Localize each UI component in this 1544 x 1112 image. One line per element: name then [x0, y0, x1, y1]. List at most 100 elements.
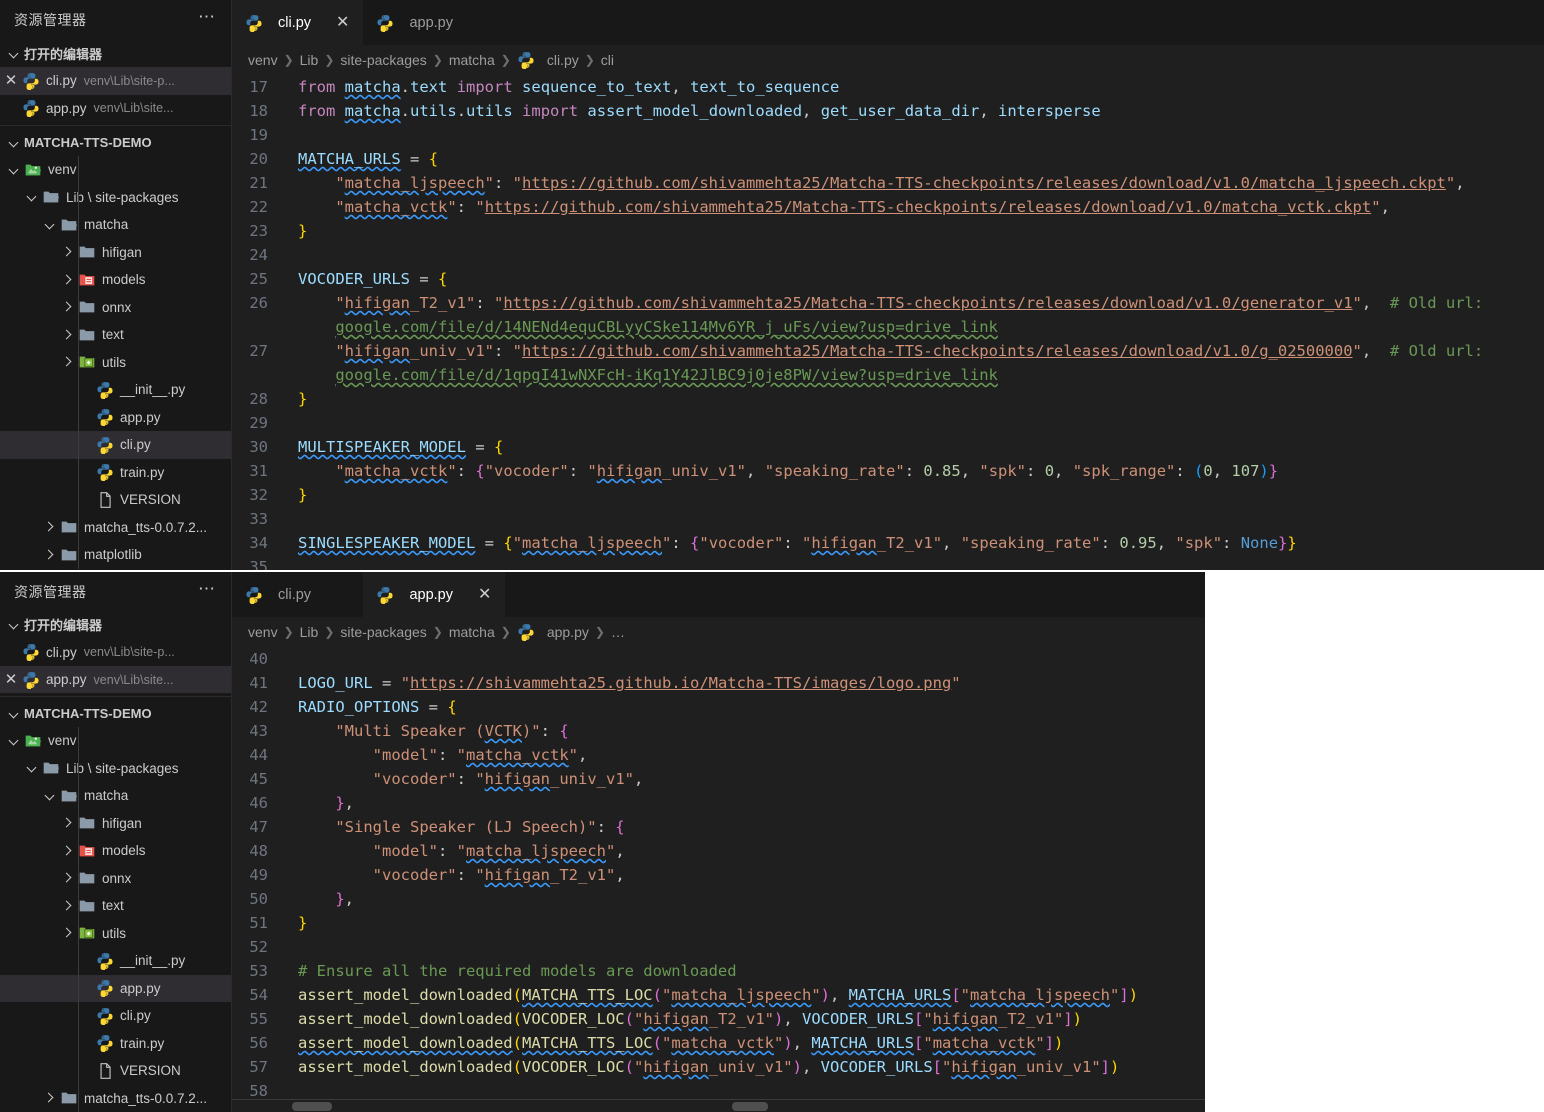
chevron-right-icon[interactable] [60, 327, 76, 343]
breadcrumb-item[interactable]: cli.py [547, 52, 579, 68]
tree-item-train-py[interactable]: train.py [0, 1030, 231, 1058]
chevron-right-icon[interactable] [42, 547, 58, 563]
code-text: "matcha_ljspeech": "https://github.com/s… [335, 174, 1465, 192]
breadcrumb-item[interactable]: venv [248, 52, 278, 68]
code-editor-cli-py[interactable]: 17 from matcha.text import sequence_to_t… [232, 75, 1544, 570]
breadcrumb-item[interactable]: … [611, 624, 625, 640]
line-number: 30 [249, 438, 268, 456]
tree-item-onnx[interactable]: onnx [0, 294, 231, 322]
project-section-header-top[interactable]: MATCHA-TTS-DEMO [0, 129, 231, 156]
explorer-header-top: 资源管理器 ⋯ [0, 0, 231, 40]
tree-item-matcha[interactable]: matcha [0, 782, 231, 810]
chevron-right-icon[interactable] [60, 898, 76, 914]
tree-item---init---py[interactable]: __init__.py [0, 947, 231, 975]
tree-item-models[interactable]: models [0, 266, 231, 294]
close-icon[interactable]: ✕ [336, 14, 349, 31]
breadcrumb-item[interactable]: venv [248, 624, 278, 640]
breadcrumb-item[interactable]: matcha [449, 52, 495, 68]
tree-item-cli-py[interactable]: cli.py [0, 1002, 231, 1030]
ellipsis-icon[interactable]: ⋯ [198, 580, 217, 600]
open-editors-list-bottom: cli.py venv\Lib\site-p... ✕ app.py venv\… [0, 638, 231, 694]
chevron-right-icon[interactable] [42, 519, 58, 535]
code-editor-app-py[interactable]: 40 41 LOGO_URL = "https://shivammehta25.… [232, 647, 1205, 1112]
breadcrumb-item[interactable]: Lib [300, 624, 319, 640]
chevron-right-icon[interactable] [60, 272, 76, 288]
close-icon[interactable]: ✕ [0, 73, 22, 88]
tree-item-matcha-tts-0-0-7-2---[interactable]: matcha_tts-0.0.7.2... [0, 1085, 231, 1112]
chevron-right-icon[interactable] [60, 244, 76, 260]
tree-item-version[interactable]: VERSION [0, 486, 231, 514]
tree-item-hifigan[interactable]: hifigan [0, 239, 231, 267]
horizontal-scrollbar[interactable] [232, 1100, 1205, 1112]
breadcrumb-item[interactable]: Lib [300, 52, 319, 68]
python-icon [96, 436, 114, 454]
open-editors-section-header-top[interactable]: 打开的编辑器 [0, 40, 231, 67]
breadcrumb-bottom: venv ❯ Lib ❯ site-packages ❯ matcha ❯ app.py ❯… [232, 617, 1205, 647]
ellipsis-icon[interactable]: ⋯ [198, 8, 217, 28]
tab-app-py[interactable]: app.py ✕ [363, 0, 506, 45]
tree-item-onnx[interactable]: onnx [0, 865, 231, 893]
chevron-right-icon[interactable] [60, 815, 76, 831]
open-editors-section-header-bottom[interactable]: 打开的编辑器 [0, 612, 231, 639]
tree-item-lib---site-packages[interactable]: Lib \ site-packages [0, 184, 231, 212]
explorer-sidebar-bottom: 资源管理器 ⋯ 打开的编辑器 cli.py venv\Lib\site-p...… [0, 572, 232, 1112]
tree-item-models[interactable]: models [0, 837, 231, 865]
tree-item-app-py[interactable]: app.py [0, 404, 231, 432]
chevron-down-icon[interactable] [24, 760, 40, 776]
tree-item-utils[interactable]: utils [0, 349, 231, 377]
tree-item-app-py[interactable]: app.py [0, 974, 231, 1002]
code-line: 48 "model": "matcha_ljspeech", [232, 839, 1205, 863]
breadcrumb-item[interactable]: matcha [449, 624, 495, 640]
editor-window-top: 资源管理器 ⋯ 打开的编辑器 ✕ cli.py venv\Lib\site-p.… [0, 0, 1544, 570]
chevron-down-icon[interactable] [42, 217, 58, 233]
breadcrumb-separator: ❯ [500, 625, 511, 639]
chevron-right-icon[interactable] [42, 1090, 58, 1106]
breadcrumb-item[interactable]: site-packages [340, 52, 426, 68]
line-number: 49 [249, 866, 268, 884]
tree-item-version[interactable]: VERSION [0, 1057, 231, 1085]
tree-item-train-py[interactable]: train.py [0, 459, 231, 487]
tree-item-cli-py[interactable]: cli.py [0, 431, 231, 459]
open-editor-item-app-py[interactable]: ✕ app.py venv\Lib\site... [0, 665, 231, 694]
code-text: assert_model_downloaded(MATCHA_TTS_LOC("… [298, 986, 1139, 1004]
tab-app-py[interactable]: app.py ✕ [363, 572, 506, 617]
breadcrumb-item[interactable]: site-packages [340, 624, 426, 640]
chevron-down-icon[interactable] [42, 788, 58, 804]
breadcrumb-item[interactable]: app.py [547, 624, 589, 640]
tree-item-lib---site-packages[interactable]: Lib \ site-packages [0, 755, 231, 783]
chevron-down-icon[interactable] [24, 189, 40, 205]
project-section-header-bottom[interactable]: MATCHA-TTS-DEMO [0, 700, 231, 727]
tree-item-text[interactable]: text [0, 892, 231, 920]
chevron-right-icon[interactable] [60, 299, 76, 315]
folder-open-icon [60, 216, 78, 234]
breadcrumb-item[interactable]: cli [601, 52, 614, 68]
close-icon[interactable]: ✕ [0, 672, 22, 687]
folder-icon [78, 353, 96, 371]
folder-icon [78, 326, 96, 344]
tree-item-matcha-tts-0-0-7-2---[interactable]: matcha_tts-0.0.7.2... [0, 514, 231, 542]
tree-item-matplotlib[interactable]: matplotlib [0, 541, 231, 569]
chevron-right-icon[interactable] [60, 925, 76, 941]
open-editor-name: cli.py [46, 73, 77, 89]
tree-item-venv[interactable]: venv [0, 727, 231, 755]
close-icon[interactable]: ✕ [478, 586, 491, 603]
tree-item-matcha[interactable]: matcha [0, 211, 231, 239]
tab-cli-py[interactable]: cli.py ✕ [232, 572, 364, 617]
open-editor-item-app-py[interactable]: app.py venv\Lib\site... [0, 95, 231, 123]
chevron-right-icon[interactable] [60, 843, 76, 859]
chevron-down-icon[interactable] [6, 733, 22, 749]
open-editor-item-cli-py[interactable]: cli.py venv\Lib\site-p... [0, 638, 231, 666]
tree-item-venv[interactable]: venv [0, 156, 231, 184]
chevron-down-icon[interactable] [6, 162, 22, 178]
tree-item-text[interactable]: text [0, 321, 231, 349]
chevron-right-icon[interactable] [60, 354, 76, 370]
tab-cli-py[interactable]: cli.py ✕ [232, 0, 364, 45]
tree-item---init---py[interactable]: __init__.py [0, 376, 231, 404]
chevron-right-icon[interactable] [60, 870, 76, 886]
tree-item-utils[interactable]: utils [0, 920, 231, 948]
open-editor-item-cli-py[interactable]: ✕ cli.py venv\Lib\site-p... [0, 67, 231, 95]
tree-item-hifigan[interactable]: hifigan [0, 810, 231, 838]
tree-item-label: onnx [102, 870, 132, 886]
